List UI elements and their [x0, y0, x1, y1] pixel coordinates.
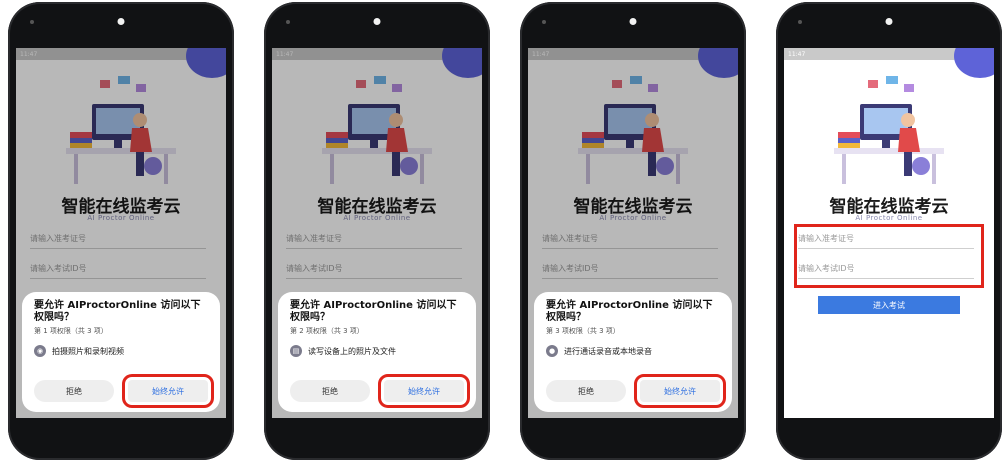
- screen: 11:47▮▮▮ ◔ 智能在线监考云 AI Proctor Online 请输入…: [784, 48, 994, 418]
- ticket-number-input[interactable]: 请输入准考证号: [542, 228, 718, 249]
- ticket-number-input[interactable]: 请输入准考证号: [286, 228, 462, 249]
- speaker: [117, 18, 125, 25]
- desk-illustration-icon: [66, 76, 176, 184]
- permission-row: ▤ 读写设备上的照片及文件: [290, 345, 464, 357]
- permission-row: ◉ 拍摄照片和录制视频: [34, 345, 208, 357]
- exam-id-input[interactable]: 请输入考试ID号: [542, 258, 718, 279]
- speaker: [629, 18, 637, 25]
- desk-illustration-icon: [578, 76, 688, 184]
- exam-id-input[interactable]: 请输入考试ID号: [286, 258, 462, 279]
- microphone-icon: ●: [546, 345, 558, 357]
- app-subtitle: AI Proctor Online: [87, 214, 155, 222]
- exam-id-input[interactable]: 请输入考试ID号: [30, 258, 206, 279]
- dialog-title: 要允许 AIProctorOnline 访问以下权限吗？: [290, 300, 457, 323]
- permission-dialog: 要允许 AIProctorOnline 访问以下权限吗？ 第 1 项权限（共 3…: [22, 292, 220, 412]
- deny-button[interactable]: 拒绝: [34, 380, 114, 402]
- dialog-count: 第 1 项权限（共 3 项）: [34, 327, 108, 335]
- desk-illustration-icon: [322, 76, 432, 184]
- ticket-number-input[interactable]: 请输入准考证号: [30, 228, 206, 249]
- deny-button[interactable]: 拒绝: [546, 380, 626, 402]
- desk-illustration-icon: [834, 76, 944, 184]
- screen: 11:47▮▮▮ ◔ 智能在线监考云 AI Proctor Online 请输入…: [528, 48, 738, 418]
- dialog-title: 要允许 AIProctorOnline 访问以下权限吗？: [34, 300, 201, 323]
- app-subtitle: AI Proctor Online: [599, 214, 667, 222]
- speaker: [885, 18, 893, 25]
- always-allow-button[interactable]: 始终允许: [122, 374, 214, 408]
- screen: 11:47▮▮▮ ◔ 智能在线监考云 AI Proctor Online 请输入…: [272, 48, 482, 418]
- permission-row: ● 进行通话录音或本地录音: [546, 345, 720, 357]
- input-highlight-box: [794, 224, 984, 288]
- app-subtitle: AI Proctor Online: [343, 214, 411, 222]
- dialog-count: 第 2 项权限（共 3 项）: [290, 327, 364, 335]
- screen: 11:47▮▮▮ ◔ 智能在线监考云 AI Proctor Online 请输入…: [16, 48, 226, 418]
- dialog-count: 第 3 项权限（共 3 项）: [546, 327, 620, 335]
- permission-dialog: 要允许 AIProctorOnline 访问以下权限吗？ 第 2 项权限（共 3…: [278, 292, 476, 412]
- camera-icon: ◉: [34, 345, 46, 357]
- permission-label: 拍摄照片和录制视频: [52, 346, 124, 356]
- always-allow-button[interactable]: 始终允许: [378, 374, 470, 408]
- front-camera: [798, 20, 802, 24]
- front-camera: [286, 20, 290, 24]
- permission-label: 进行通话录音或本地录音: [564, 346, 652, 356]
- speaker: [373, 18, 381, 25]
- phone-2: 11:47▮▮▮ ◔ 智能在线监考云 AI Proctor Online 请输入…: [264, 2, 490, 460]
- front-camera: [30, 20, 34, 24]
- dialog-title: 要允许 AIProctorOnline 访问以下权限吗？: [546, 300, 713, 323]
- app-subtitle: AI Proctor Online: [855, 214, 923, 222]
- phone-3: 11:47▮▮▮ ◔ 智能在线监考云 AI Proctor Online 请输入…: [520, 2, 746, 460]
- folder-icon: ▤: [290, 345, 302, 357]
- enter-exam-button[interactable]: 进入考试: [818, 296, 960, 314]
- phone-1: 11:47▮▮▮ ◔ 智能在线监考云 AI Proctor Online 请输入…: [8, 2, 234, 460]
- permission-label: 读写设备上的照片及文件: [308, 346, 396, 356]
- front-camera: [542, 20, 546, 24]
- always-allow-button[interactable]: 始终允许: [634, 374, 726, 408]
- phone-4: 11:47▮▮▮ ◔ 智能在线监考云 AI Proctor Online 请输入…: [776, 2, 1002, 460]
- deny-button[interactable]: 拒绝: [290, 380, 370, 402]
- permission-dialog: 要允许 AIProctorOnline 访问以下权限吗？ 第 3 项权限（共 3…: [534, 292, 732, 412]
